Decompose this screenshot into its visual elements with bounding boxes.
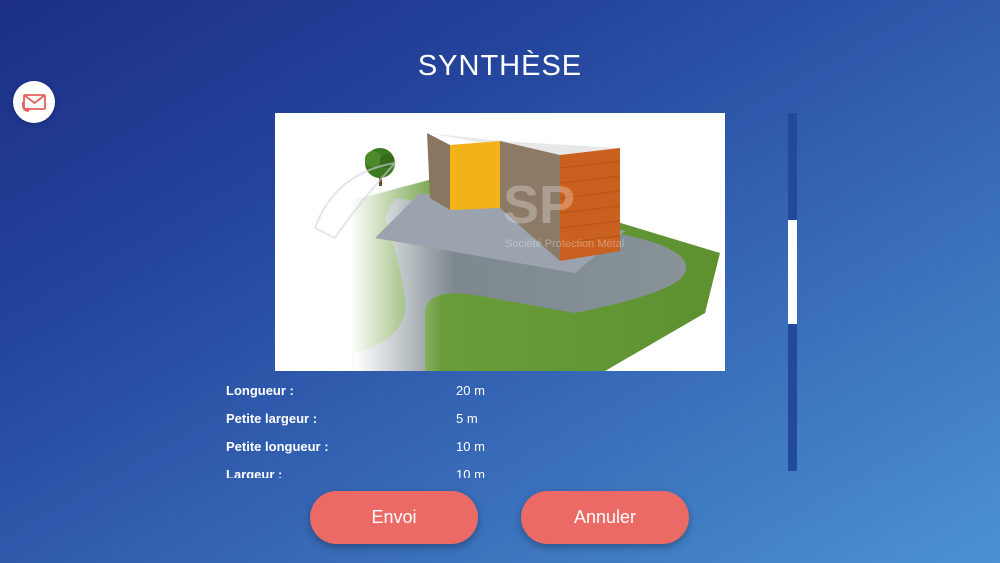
spec-label: Petite largeur : xyxy=(226,411,318,426)
spec-row: Petite largeur : 5 m xyxy=(226,408,766,436)
cancel-button[interactable]: Annuler xyxy=(521,491,689,544)
spec-value: 10 m xyxy=(456,439,485,454)
spec-row: Petite longueur : 10 m xyxy=(226,436,766,464)
spec-label: Largeur : xyxy=(226,467,283,478)
vertical-scrollbar[interactable] xyxy=(788,113,797,471)
specs-list: Longueur : 20 m Petite largeur : 5 m Pet… xyxy=(226,380,766,478)
spec-value: 20 m xyxy=(456,383,485,398)
spec-value: 5 m xyxy=(456,411,478,426)
spec-label: Petite longueur : xyxy=(226,439,329,454)
building-preview-image: SP Société Protection Métal xyxy=(275,113,725,371)
send-button[interactable]: Envoi xyxy=(310,491,478,544)
spec-row: Longueur : 20 m xyxy=(226,380,766,408)
building-yellow-facade xyxy=(450,141,500,210)
spec-value: 10 m xyxy=(456,467,485,478)
watermark-text: Société Protection Métal xyxy=(505,238,624,250)
contact-button[interactable] xyxy=(13,81,55,123)
page-title: SYNTHÈSE xyxy=(417,50,583,82)
watermark-letters: SP xyxy=(503,175,575,235)
scrollbar-thumb[interactable] xyxy=(788,220,797,324)
spec-label: Longueur : xyxy=(226,383,294,398)
spec-row: Largeur : 10 m xyxy=(226,464,766,478)
mail-phone-icon xyxy=(22,94,46,112)
